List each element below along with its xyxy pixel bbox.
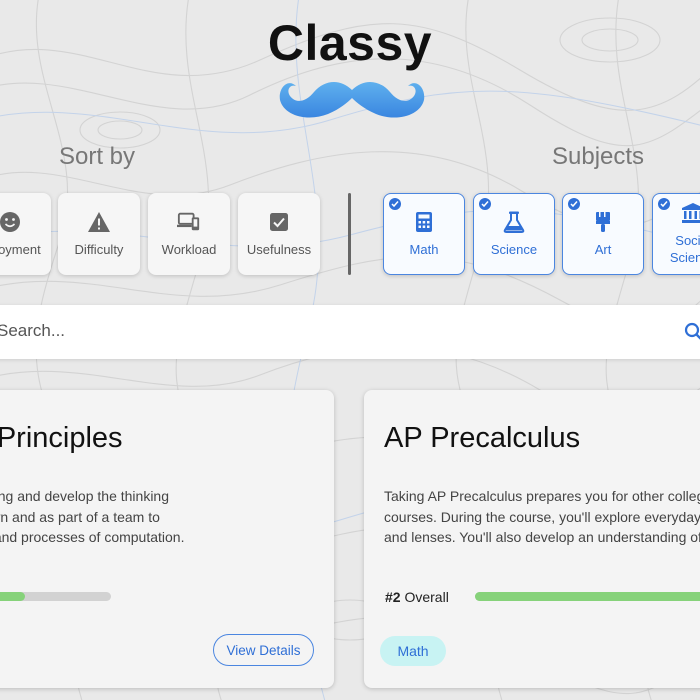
check-icon bbox=[479, 198, 491, 210]
sort-enjoyment-label: Enjoyment bbox=[0, 241, 41, 257]
sort-workload-button[interactable]: Workload bbox=[148, 193, 230, 275]
sort-enjoyment-button[interactable]: Enjoyment bbox=[0, 193, 51, 275]
sort-difficulty-label: Difficulty bbox=[74, 241, 124, 257]
rating-progress-bar bbox=[0, 592, 111, 601]
subject-math-label: Math bbox=[409, 241, 439, 257]
search-input[interactable]: Search... bbox=[0, 321, 65, 341]
overall-rank: #2 Overall bbox=[385, 589, 449, 605]
calculator-icon bbox=[412, 210, 436, 234]
description-line: and lenses. You'll also develop an under… bbox=[384, 529, 700, 545]
course-card[interactable]: AP Computer Science Principles Explore t… bbox=[0, 390, 334, 688]
rating-progress-fill bbox=[0, 592, 26, 601]
subject-social-science-label: Social Science bbox=[669, 233, 700, 265]
subjects-heading: Subjects bbox=[552, 143, 645, 170]
sort-difficulty-button[interactable]: Difficulty bbox=[58, 193, 140, 275]
sort-by-heading: Sort by bbox=[59, 143, 136, 170]
course-title: AP Computer Science Principles bbox=[0, 422, 123, 454]
rank-label: Overall bbox=[404, 589, 449, 605]
sort-workload-label: Workload bbox=[161, 241, 217, 257]
check-icon bbox=[658, 198, 670, 210]
subject-science-toggle[interactable]: Science bbox=[473, 193, 555, 275]
check-icon bbox=[568, 198, 580, 210]
description-line: creatively address real-world issues usi… bbox=[0, 529, 185, 545]
subject-science-label: Science bbox=[490, 241, 538, 257]
search-bar[interactable] bbox=[0, 305, 700, 359]
subject-tag: Math bbox=[380, 636, 446, 666]
section-divider bbox=[348, 193, 351, 275]
flask-icon bbox=[502, 210, 526, 234]
view-details-button[interactable]: View Details bbox=[213, 634, 314, 666]
smiley-icon bbox=[0, 210, 22, 234]
description-line: Taking AP Precalculus prepares you for o… bbox=[384, 488, 700, 504]
description-line: Explore the foundational ideas of scienc… bbox=[0, 488, 170, 504]
course-card[interactable]: AP Precalculus Taking AP Precalculus pre… bbox=[364, 390, 700, 688]
search-icon[interactable] bbox=[684, 322, 700, 342]
course-description: Taking AP Precalculus prepares you for o… bbox=[384, 486, 700, 548]
warning-icon bbox=[87, 210, 111, 234]
paintbrush-icon bbox=[591, 210, 615, 234]
app-title: Classy bbox=[267, 15, 433, 71]
description-line: courses. During the course, you'll explo… bbox=[384, 508, 700, 525]
subject-art-toggle[interactable]: Art bbox=[562, 193, 644, 275]
subject-math-toggle[interactable]: Math bbox=[383, 193, 465, 275]
sort-usefulness-label: Usefulness bbox=[246, 241, 312, 257]
mustache-icon bbox=[279, 81, 425, 118]
description-line: skills computer scientists use. You'll w… bbox=[0, 508, 160, 525]
institution-icon bbox=[681, 201, 700, 225]
devices-icon bbox=[177, 210, 201, 234]
rank-number: #2 bbox=[385, 589, 401, 605]
rating-progress-bar bbox=[475, 592, 700, 601]
check-icon bbox=[389, 198, 401, 210]
course-description: Explore the foundational ideas of scienc… bbox=[0, 486, 184, 548]
course-title: AP Precalculus bbox=[384, 422, 581, 454]
subject-art-label: Art bbox=[594, 241, 612, 257]
rating-progress-fill bbox=[475, 592, 700, 601]
subject-social-science-toggle[interactable]: Social Science bbox=[652, 193, 700, 275]
checkbox-icon bbox=[267, 210, 291, 234]
sort-usefulness-button[interactable]: Usefulness bbox=[238, 193, 320, 275]
